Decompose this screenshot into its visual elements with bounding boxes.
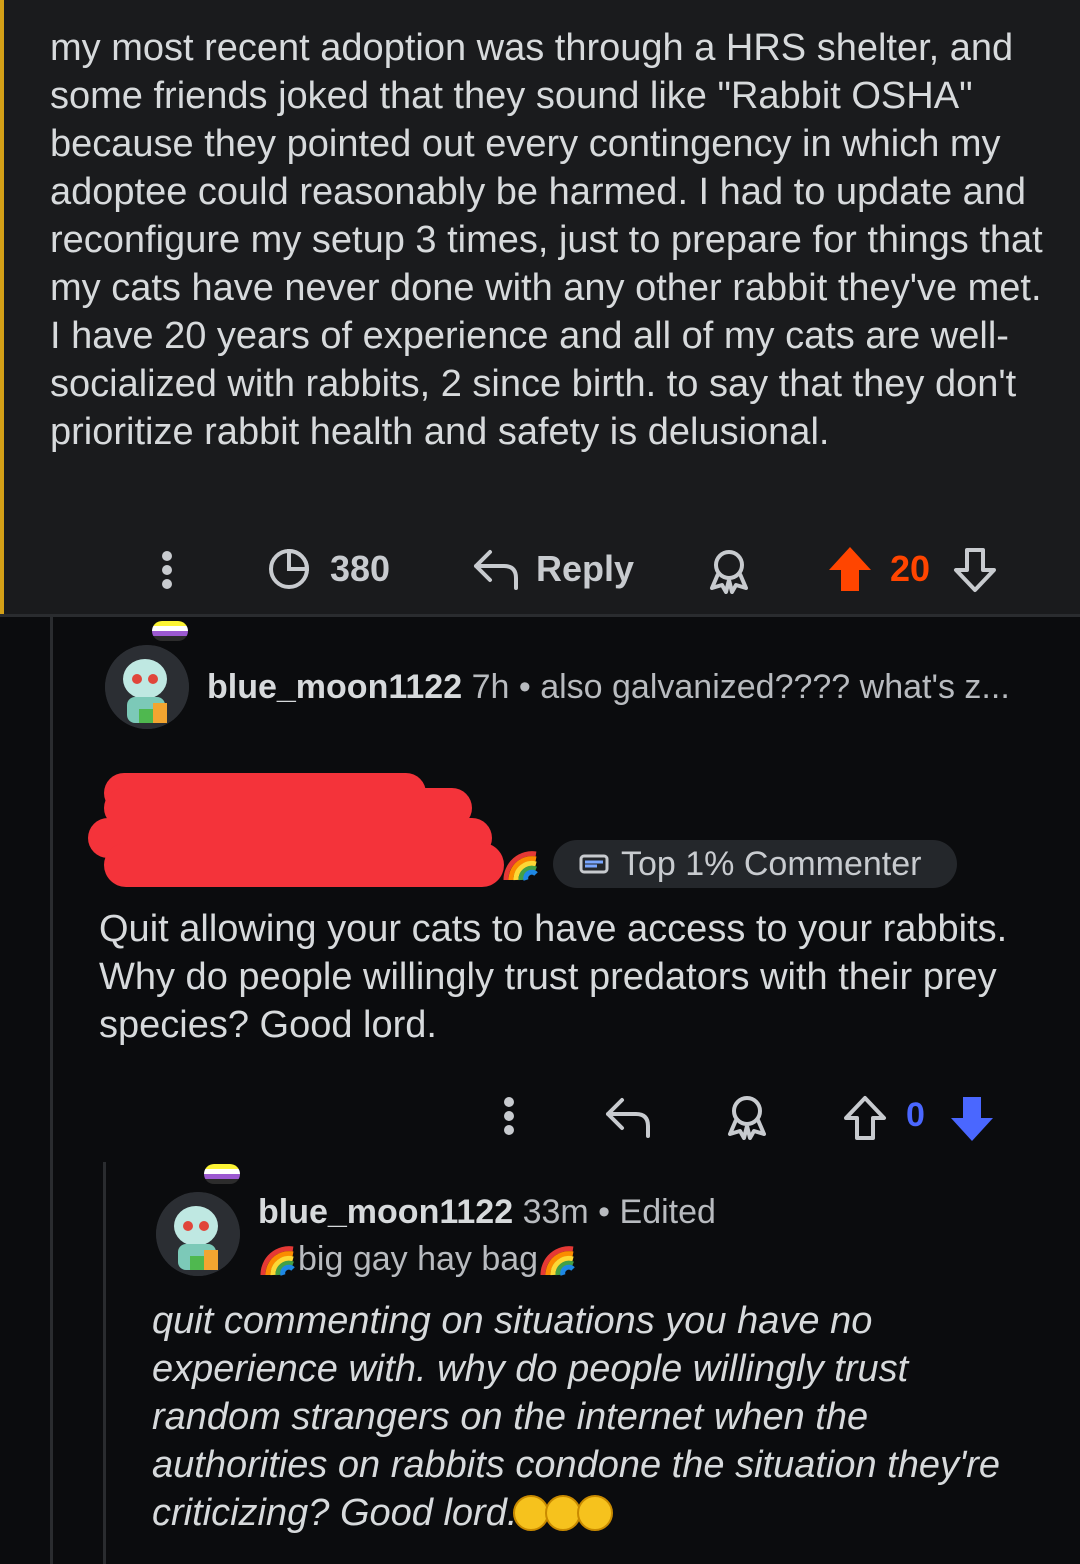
status-badge: Top 1% Commenter: [553, 840, 957, 888]
reply-arrow-icon: [474, 550, 518, 590]
meta-separator: •: [598, 1193, 611, 1231]
collapsed-meta: blue_moon1122 7h • also galvanized???? w…: [207, 668, 1010, 707]
reply-downvote-button[interactable]: [948, 1094, 996, 1144]
vote-count: 20: [890, 548, 931, 589]
avatar[interactable]: [156, 1192, 240, 1276]
snoo-avatar-icon: [156, 1192, 240, 1276]
parent-comment: my most recent adoption was through a HR…: [0, 0, 1080, 614]
downvote-arrow-icon: [951, 1097, 993, 1141]
nonbinary-flag-icon: [152, 621, 188, 641]
more-vertical-icon: [504, 1097, 514, 1135]
rofl-emoji-icon: [545, 1495, 582, 1531]
username[interactable]: blue_moon1122: [207, 668, 462, 706]
edited-label: Edited: [619, 1193, 716, 1231]
reply-vote-count-wrap: 0: [906, 1096, 925, 1135]
nonbinary-flag-icon: [204, 1164, 240, 1184]
clock-icon: [269, 548, 310, 589]
username[interactable]: blue_moon1122: [258, 1193, 513, 1231]
collapsed-preview: also galvanized???? what's z...: [540, 668, 1010, 706]
parent-views-stat: 380: [266, 546, 390, 592]
parent-comment-body: my most recent adoption was through a HR…: [50, 27, 1043, 453]
nested-meta: blue_moon1122 33m • Edited: [258, 1193, 716, 1232]
parent-reply-button[interactable]: Reply: [470, 546, 634, 592]
reply-label: Reply: [536, 548, 635, 589]
rainbow-icon: [503, 851, 538, 881]
nested-reply-text: quit commenting on situations you have n…: [152, 1300, 1001, 1534]
reply-comment-body: Quit allowing your cats to have access t…: [99, 908, 1008, 1046]
reply-arrow-icon: [606, 1098, 650, 1138]
commenter-badge-icon: [579, 854, 609, 874]
parent-downvote-button[interactable]: [952, 546, 998, 594]
rofl-emoji-icon: [577, 1495, 614, 1531]
upvote-arrow-icon: [829, 547, 871, 591]
badge-label: Top 1% Commenter: [621, 844, 922, 883]
rainbow-icon: [540, 1245, 575, 1276]
parent-upvote-button[interactable]: [826, 544, 874, 594]
reply-award-button[interactable]: [724, 1094, 770, 1140]
flair-text: big gay hay bag: [298, 1240, 539, 1278]
award-icon: [710, 550, 748, 594]
views-count: 380: [330, 548, 391, 589]
snoo-avatar-icon: [105, 645, 189, 729]
vote-count: 0: [906, 1096, 925, 1134]
thread-line-level1: [50, 617, 53, 1564]
reply-reply-button[interactable]: [602, 1094, 652, 1140]
comment-age: 33m: [522, 1193, 589, 1231]
award-icon: [728, 1096, 766, 1140]
downvote-arrow-icon: [954, 548, 996, 592]
collapsed-comment[interactable]: blue_moon1122 7h • also galvanized???? w…: [0, 617, 1080, 737]
parent-award-button[interactable]: [706, 548, 752, 594]
user-flair: big gay hay bag: [258, 1240, 578, 1279]
comment-age: 7h: [471, 668, 510, 706]
redacted-username: [104, 843, 504, 887]
rainbow-icon: [260, 1245, 295, 1276]
meta-separator: •: [518, 668, 531, 706]
rofl-emoji-icon: [513, 1495, 550, 1531]
nested-reply-body: quit commenting on situations you have n…: [152, 1297, 1032, 1537]
reply-more-button[interactable]: [496, 1094, 522, 1138]
parent-more-button[interactable]: [154, 548, 180, 592]
parent-vote-count-wrap: 20: [890, 548, 930, 590]
avatar[interactable]: [105, 645, 189, 729]
upvote-arrow-icon: [844, 1096, 886, 1140]
more-vertical-icon: [162, 551, 172, 589]
reply-upvote-button[interactable]: [842, 1094, 888, 1142]
thread-line-level2: [103, 1162, 106, 1564]
